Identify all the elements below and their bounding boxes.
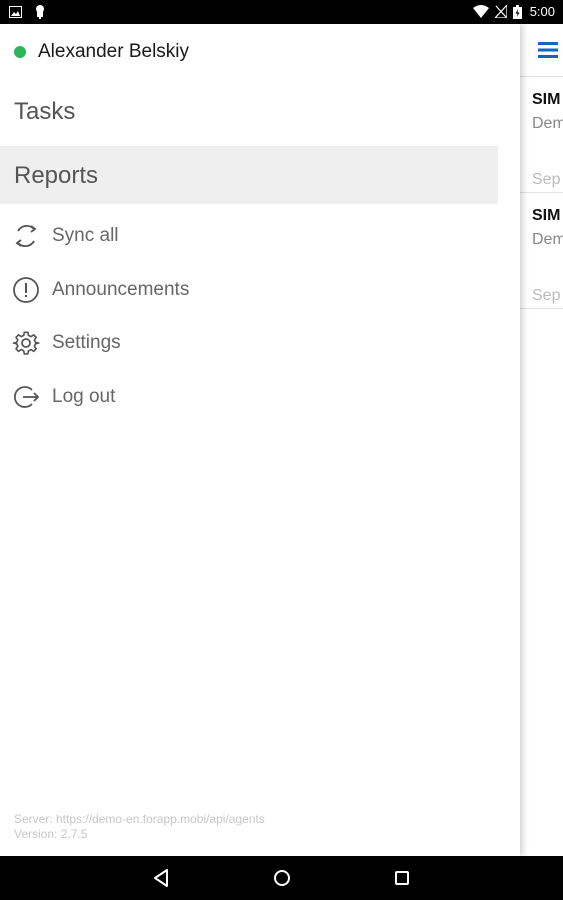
battery-icon xyxy=(512,4,522,19)
app-info-footer: Server: https://demo-en.forapp.mobi/api/… xyxy=(14,812,265,842)
log-out-label: Log out xyxy=(52,386,116,407)
nav-item-label: Tasks xyxy=(14,98,76,125)
announcements-button[interactable]: Announcements xyxy=(12,275,189,305)
card-date: Sep xyxy=(532,287,561,304)
home-icon[interactable] xyxy=(270,866,294,890)
system-navigation-bar xyxy=(0,856,563,900)
content-toolbar xyxy=(520,24,563,77)
card-title: SIM xyxy=(532,91,561,108)
sync-all-label: Sync all xyxy=(52,225,119,246)
user-name: Alexander Belskiy xyxy=(38,41,190,62)
announcements-label: Announcements xyxy=(52,279,190,300)
wifi-icon xyxy=(472,5,489,18)
image-notification-icon xyxy=(9,6,22,18)
alert-circle-icon xyxy=(13,277,39,303)
list-item[interactable]: SIM Dem Sep xyxy=(520,77,563,193)
android-debug-icon xyxy=(36,5,44,19)
log-out-button[interactable]: Log out xyxy=(12,382,115,412)
online-status-dot xyxy=(14,46,26,58)
no-signal-icon xyxy=(494,5,507,18)
settings-label: Settings xyxy=(52,332,121,353)
settings-button[interactable]: Settings xyxy=(12,328,121,358)
sync-all-button[interactable]: Sync all xyxy=(12,221,119,251)
navigation-drawer: Alexander Belskiy Tasks Reports Sync all… xyxy=(0,24,520,856)
hamburger-menu-icon[interactable] xyxy=(538,42,558,58)
nav-item-reports[interactable]: Reports xyxy=(0,146,498,204)
status-bar: 5:00 xyxy=(0,0,563,24)
status-time: 5:00 xyxy=(529,4,555,19)
nav-item-tasks[interactable]: Tasks xyxy=(0,82,498,140)
content-pane: SIM Dem Sep SIM Dem Sep xyxy=(520,24,563,856)
card-title: SIM xyxy=(532,207,561,224)
card-subtitle: Dem xyxy=(532,115,563,132)
logout-icon xyxy=(13,386,40,408)
list-item[interactable]: SIM Dem Sep xyxy=(520,193,563,309)
card-date: Sep xyxy=(532,171,561,188)
user-header: Alexander Belskiy xyxy=(14,40,189,64)
app-version: Version: 2.7.5 xyxy=(14,827,88,841)
card-subtitle: Dem xyxy=(532,231,563,248)
gear-icon xyxy=(12,331,40,355)
back-icon[interactable] xyxy=(150,866,174,890)
nav-item-label: Reports xyxy=(14,162,99,189)
recent-apps-icon[interactable] xyxy=(390,866,414,890)
server-url: Server: https://demo-en.forapp.mobi/api/… xyxy=(14,812,265,826)
sync-icon xyxy=(15,225,37,247)
